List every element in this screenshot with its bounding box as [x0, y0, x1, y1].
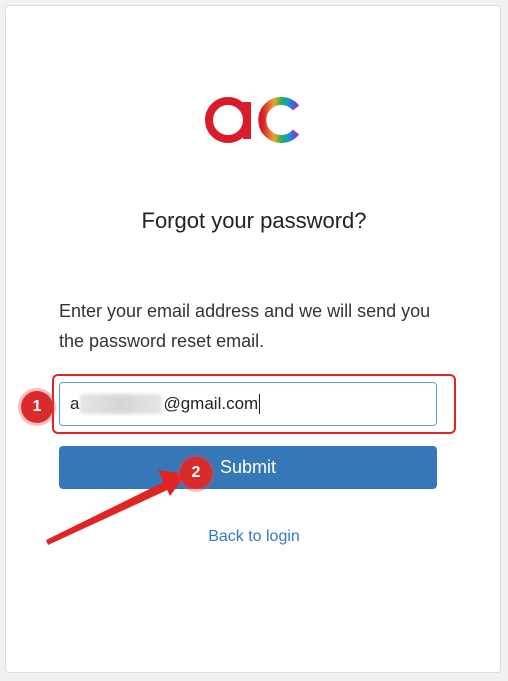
back-to-login-link[interactable]: Back to login [0, 528, 508, 546]
step-badge-2: 2 [180, 457, 212, 489]
email-field[interactable]: a @gmail.com [59, 382, 437, 426]
text-caret [259, 394, 261, 414]
email-suffix: @gmail.com [163, 394, 259, 413]
submit-button[interactable]: Submit [59, 446, 437, 489]
ac-logo-icon [205, 97, 300, 143]
instruction-text: Enter your email address and we will sen… [59, 301, 431, 351]
redacted-email-segment [80, 394, 163, 414]
email-prefix: a [70, 394, 80, 413]
step-badge-1: 1 [21, 391, 53, 423]
page-title: Forgot your password? [141, 208, 367, 233]
